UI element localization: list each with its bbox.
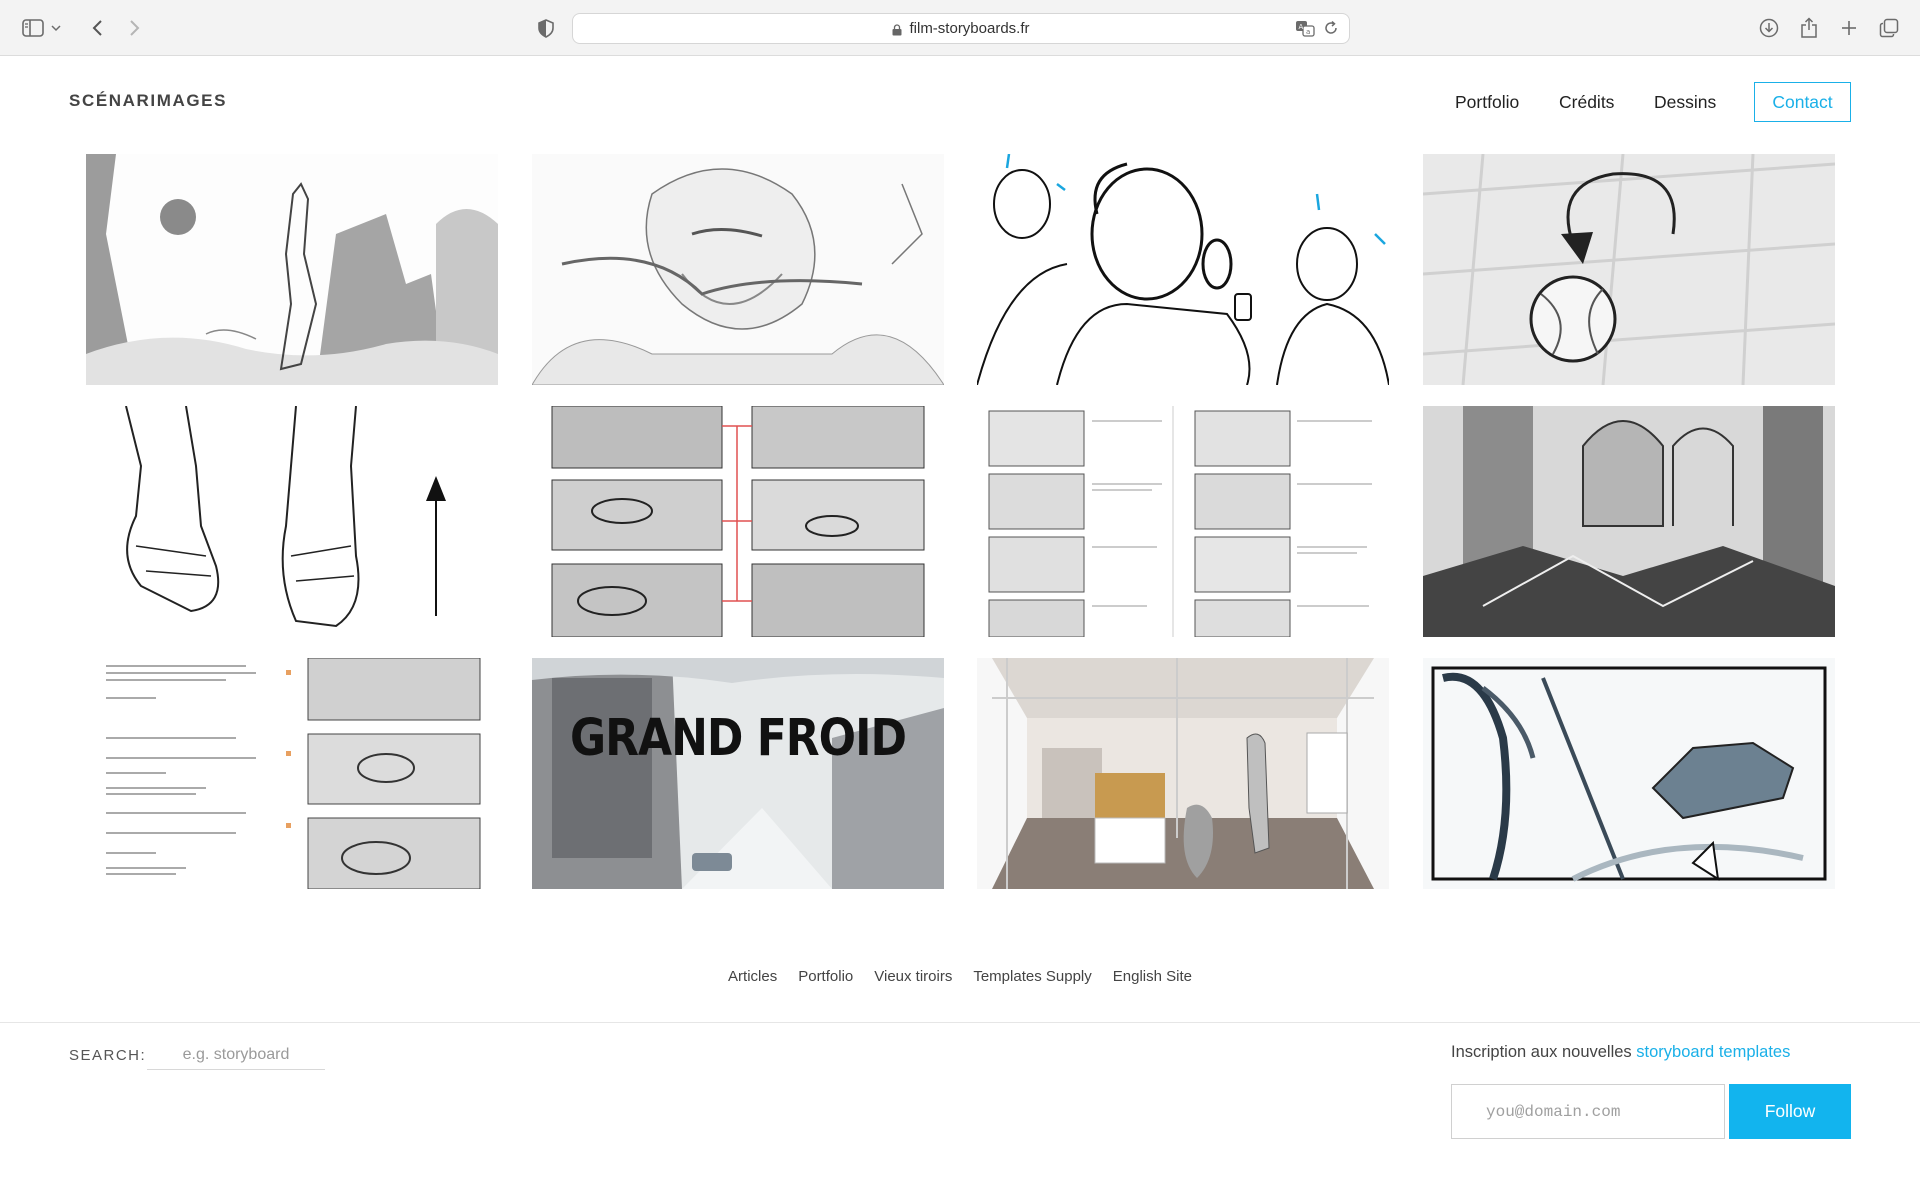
gallery-thumbnail-grand-froid[interactable]: GRAND FROID xyxy=(532,658,944,889)
newsletter-label: Inscription aux nouvelles xyxy=(1451,1043,1637,1061)
new-tab-icon[interactable] xyxy=(1836,15,1862,41)
gallery-thumbnail-headphones-scene[interactable] xyxy=(977,154,1389,385)
gallery-thumbnail-exhibition-room[interactable] xyxy=(977,658,1389,889)
nav-portfolio[interactable]: Portfolio xyxy=(1455,82,1519,122)
translate-icon[interactable]: Aa xyxy=(1295,20,1315,42)
footer-divider xyxy=(0,1022,1920,1023)
download-icon[interactable] xyxy=(1756,15,1782,41)
nav-credits[interactable]: Crédits xyxy=(1559,82,1614,122)
gallery-thumbnail-giraffe-walker[interactable] xyxy=(86,154,498,385)
gallery-thumbnail-script-page[interactable] xyxy=(86,658,498,889)
footer-link-vieux-tiroirs[interactable]: Vieux tiroirs xyxy=(874,968,952,985)
follow-button[interactable]: Follow xyxy=(1729,1084,1851,1139)
shield-icon[interactable] xyxy=(533,15,559,41)
svg-text:a: a xyxy=(1306,28,1310,36)
nav-contact[interactable]: Contact xyxy=(1754,82,1851,122)
newsletter-link[interactable]: storyboard templates xyxy=(1636,1043,1790,1061)
footer-link-templates-supply[interactable]: Templates Supply xyxy=(973,968,1091,985)
nav-dessins[interactable]: Dessins xyxy=(1654,82,1716,122)
forward-icon[interactable] xyxy=(122,15,148,41)
tabs-overview-icon[interactable] xyxy=(1876,15,1902,41)
grand-froid-title: GRAND FROID xyxy=(570,709,907,768)
gallery-thumbnail-tennis-ball[interactable] xyxy=(1423,154,1835,385)
gallery-thumbnail-bearded-biker[interactable] xyxy=(532,154,944,385)
search-label: SEARCH: xyxy=(69,1047,147,1064)
gallery-thumbnail-helicopter-storyboard[interactable] xyxy=(532,406,944,637)
reload-icon[interactable] xyxy=(1323,20,1339,41)
svg-text:A: A xyxy=(1299,23,1304,31)
gallery-thumbnail-ruined-church[interactable] xyxy=(1423,406,1835,637)
address-bar[interactable]: film-storyboards.fr Aa xyxy=(572,13,1350,44)
footer-nav: Articles Portfolio Vieux tiroirs Templat… xyxy=(0,968,1920,985)
chevron-down-icon[interactable] xyxy=(48,15,64,41)
search-input[interactable] xyxy=(147,1040,325,1070)
gallery-thumbnail-car-chase[interactable] xyxy=(1423,658,1835,889)
footer-link-portfolio[interactable]: Portfolio xyxy=(798,968,853,985)
site-logo[interactable]: SCÉNARIMAGES xyxy=(69,91,227,111)
email-field[interactable] xyxy=(1451,1084,1725,1139)
back-icon[interactable] xyxy=(84,15,110,41)
gallery-thumbnail-script-storyboard[interactable] xyxy=(977,406,1389,637)
newsletter-text: Inscription aux nouvelles storyboard tem… xyxy=(1451,1043,1790,1062)
browser-toolbar: film-storyboards.fr Aa xyxy=(0,0,1920,56)
footer-link-english-site[interactable]: English Site xyxy=(1113,968,1192,985)
gallery-thumbnail-sneakers[interactable] xyxy=(86,406,498,637)
lock-icon xyxy=(892,23,902,36)
sidebar-icon[interactable] xyxy=(20,15,46,41)
url-text: film-storyboards.fr xyxy=(909,20,1030,37)
footer-link-articles[interactable]: Articles xyxy=(728,968,777,985)
share-icon[interactable] xyxy=(1796,15,1822,41)
